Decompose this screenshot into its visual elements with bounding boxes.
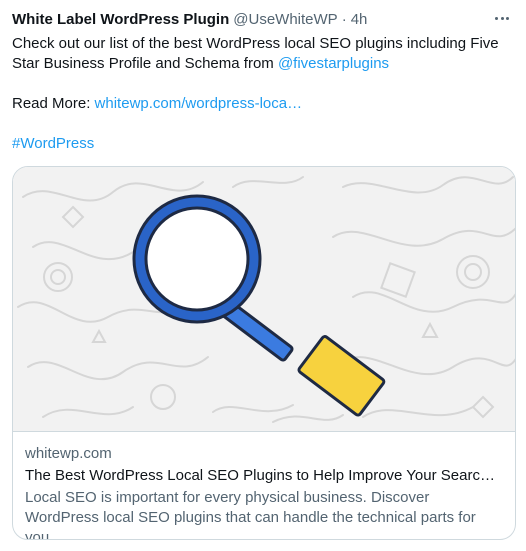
card-description: Local SEO is important for every physica… [25,489,476,540]
tweet-text-part: Check out our list of the best WordPress… [12,35,499,72]
card-domain: whitewp.com [25,445,112,462]
read-more-line: Read More: whitewp.com/wordpress-loca… [12,94,514,114]
more-options-icon[interactable] [490,8,514,28]
card-title[interactable]: The Best WordPress Local SEO Plugins to … [25,466,503,486]
card-text: whitewp.com The Best WordPress Local SEO… [13,432,515,540]
link-card[interactable]: whitewp.com The Best WordPress Local SEO… [12,166,516,540]
tweet[interactable]: White Label WordPress Plugin @UseWhiteWP… [0,0,526,551]
tweet-header: White Label WordPress Plugin @UseWhiteWP… [12,10,514,30]
more-dot [500,16,504,20]
read-more-label: Read More: [12,95,95,112]
author-handle[interactable]: @UseWhiteWP [233,10,337,30]
magnifying-glass-icon [13,167,515,431]
mention-link[interactable]: @fivestarplugins [278,55,389,72]
more-dot [505,16,509,20]
tweet-text: Check out our list of the best WordPress… [12,34,514,154]
separator-dot: · [341,11,347,28]
author-name[interactable]: White Label WordPress Plugin [12,10,229,30]
tweet-text-main: Check out our list of the best WordPress… [12,34,514,74]
hashtag-line: #WordPress [12,134,514,154]
more-dot [495,16,499,20]
timestamp[interactable]: 4h [351,10,368,30]
card-image[interactable] [13,167,515,432]
hashtag-link[interactable]: #WordPress [12,135,94,152]
read-more-link[interactable]: whitewp.com/wordpress-loca… [95,95,303,112]
